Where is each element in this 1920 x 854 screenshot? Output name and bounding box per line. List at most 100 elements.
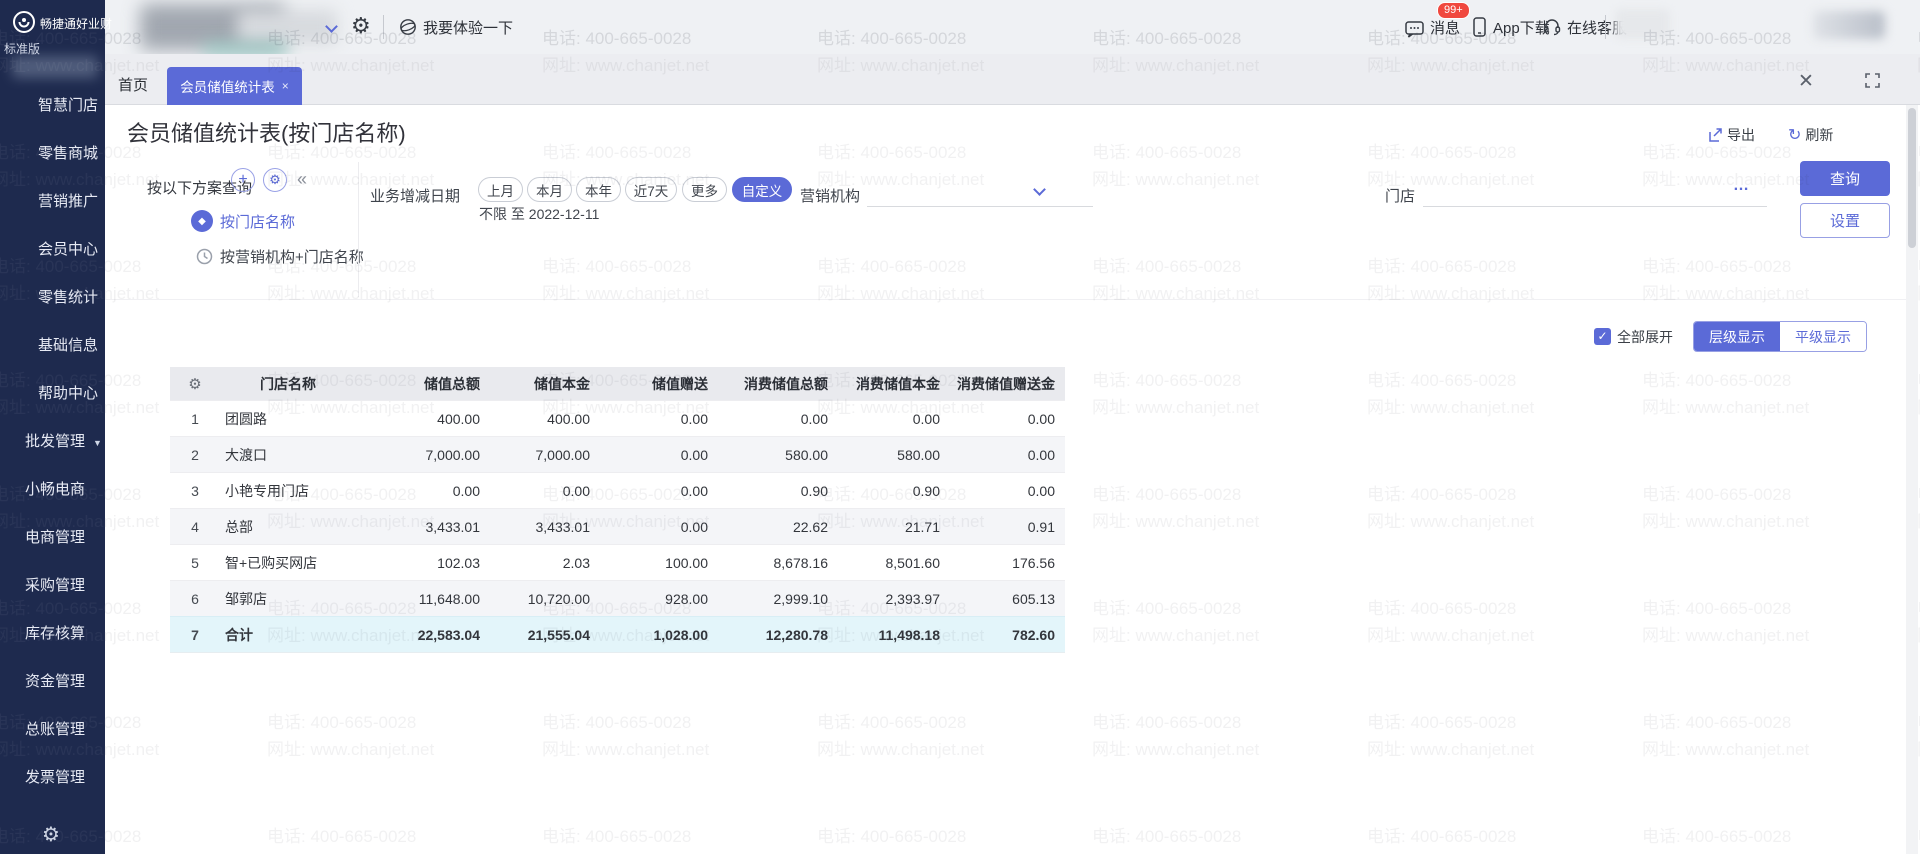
table-cell: 0.00 [345, 473, 490, 508]
table-cell: 8,501.60 [838, 545, 950, 580]
report-page: 会员储值统计表(按门店名称) 导出 ↻ 刷新 按以下方案查询 + ⚙ « ◆ 按… [105, 105, 1906, 854]
sidebar-item[interactable]: 总账管理 [0, 718, 105, 739]
sidebar-item[interactable]: 零售统计 [0, 286, 105, 307]
add-scheme-button[interactable]: + [231, 168, 255, 192]
page-title: 会员储值统计表(按门店名称) [127, 116, 406, 148]
phone-icon[interactable] [1473, 17, 1486, 37]
table-cell: 0.00 [490, 473, 600, 508]
store-more-icon[interactable]: … [1733, 177, 1749, 195]
sidebar-item[interactable]: 营销推广 [0, 190, 105, 211]
store-name-cell: 小艳专用门店 [220, 473, 345, 508]
tab-close-icon[interactable]: × [282, 79, 289, 93]
headset-icon[interactable] [1543, 17, 1561, 36]
tab-home[interactable]: 首页 [118, 74, 148, 95]
sidebar-item[interactable]: 电商管理 [0, 526, 105, 547]
table-total-row[interactable]: 7合计22,583.0421,555.041,028.0012,280.7811… [170, 616, 1065, 653]
app-logo-icon [11, 9, 37, 35]
date-range-value[interactable]: 不限 至 2022-12-11 [479, 204, 599, 224]
fullscreen-icon[interactable] [1865, 73, 1880, 88]
tab-active[interactable]: 会员储值统计表 × [167, 67, 302, 105]
tab-strip: 首页 会员储值统计表 × ✕ [105, 54, 1920, 105]
settings-button[interactable]: 设置 [1800, 203, 1890, 238]
sidebar-item[interactable]: 智慧门店 [0, 94, 105, 115]
sidebar-item[interactable]: 采购管理 [0, 574, 105, 595]
table-row[interactable]: 2大渡口7,000.007,000.000.00580.00580.000.00 [170, 436, 1065, 472]
sidebar-item[interactable]: 资金管理 [0, 670, 105, 691]
clock-icon [196, 248, 213, 265]
table-cell: 11,498.18 [838, 617, 950, 652]
refresh-button[interactable]: ↻ 刷新 [1788, 125, 1833, 145]
row-index: 1 [170, 401, 220, 436]
org-filter-label: 营销机构 [800, 185, 860, 206]
row-index: 7 [170, 617, 220, 652]
settings-gear-icon[interactable]: ⚙ [351, 13, 371, 39]
stored-value-table: ⚙门店名称储值总额储值本金储值赠送消费储值总额消费储值本金消费储值赠送金1团圆路… [170, 367, 1065, 653]
sidebar-item[interactable]: 批发管理▼ [0, 430, 105, 451]
store-select[interactable] [1423, 177, 1767, 207]
table-cell: 605.13 [950, 581, 1065, 616]
table-cell: 8,678.16 [718, 545, 838, 580]
sidebar-item[interactable]: 库存核算 [0, 622, 105, 643]
table-row[interactable]: 4总部3,433.013,433.010.0022.6221.710.91 [170, 508, 1065, 544]
table-cell: 7,000.00 [490, 437, 600, 472]
table-cell: 0.00 [600, 473, 718, 508]
redaction-blur [1615, 9, 1670, 39]
expand-all-checkbox[interactable]: ✓ [1594, 328, 1611, 345]
store-name-cell: 合计 [220, 617, 345, 652]
hierarchical-view-button[interactable]: 层级显示 [1694, 322, 1780, 351]
export-button[interactable]: 导出 [1708, 125, 1755, 145]
table-row[interactable]: 6邹郭店11,648.0010,720.00928.002,999.102,39… [170, 580, 1065, 616]
column-header: 消费储值赠送金 [950, 367, 1065, 400]
sidebar-item[interactable]: 帮助中心 [0, 382, 105, 403]
sidebar-item[interactable]: 发票管理 [0, 766, 105, 787]
date-custom-pill[interactable]: 自定义 [732, 177, 792, 202]
date-option-pill[interactable]: 近7天 [625, 177, 677, 202]
row-index: 3 [170, 473, 220, 508]
table-row[interactable]: 5智+已购买网店102.032.03100.008,678.168,501.60… [170, 544, 1065, 580]
query-button[interactable]: 查询 [1800, 161, 1890, 196]
sidebar-item[interactable]: 小畅电商 [0, 478, 105, 499]
table-cell: 400.00 [345, 401, 490, 436]
table-cell: 11,648.00 [345, 581, 490, 616]
scheme-cube-icon: ◆ [191, 210, 213, 232]
date-filter-label: 业务增减日期 [370, 185, 460, 206]
sidebar-gear-icon[interactable]: ⚙ [42, 822, 60, 847]
date-option-pill[interactable]: 本月 [527, 177, 572, 202]
sidebar-item[interactable]: 会员中心 [0, 238, 105, 259]
table-cell: 400.00 [490, 401, 600, 436]
messages-link[interactable]: 消息 [1430, 17, 1460, 38]
sidebar-item[interactable]: 基础信息 [0, 334, 105, 355]
table-cell: 580.00 [838, 437, 950, 472]
close-icon[interactable]: ✕ [1798, 70, 1814, 93]
table-cell: 0.00 [950, 401, 1065, 436]
experience-link[interactable]: 我要体验一下 [423, 17, 513, 38]
table-cell: 0.00 [600, 437, 718, 472]
scheme-item-by-store[interactable]: ◆ 按门店名称 [191, 210, 295, 232]
scheme-item-by-org-store[interactable]: 按营销机构+门店名称 [196, 246, 364, 267]
column-header: 储值赠送 [600, 367, 718, 400]
message-bubble-icon[interactable] [1405, 21, 1424, 38]
table-cell: 10,720.00 [490, 581, 600, 616]
column-header: 储值总额 [345, 367, 490, 400]
app-download-link[interactable]: App下载 [1493, 17, 1550, 38]
org-select[interactable] [867, 177, 1093, 207]
flat-view-button[interactable]: 平级显示 [1780, 322, 1866, 351]
table-row[interactable]: 1团圆路400.00400.000.000.000.000.00 [170, 400, 1065, 436]
date-option-pill[interactable]: 上月 [478, 177, 523, 202]
store-name-cell: 团圆路 [220, 401, 345, 436]
table-cell: 21.71 [838, 509, 950, 544]
date-option-pill[interactable]: 本年 [576, 177, 621, 202]
table-row[interactable]: 3小艳专用门店0.000.000.000.900.900.00 [170, 472, 1065, 508]
expand-all-label: 全部展开 [1617, 327, 1673, 347]
date-option-pill[interactable]: 更多 [682, 177, 727, 202]
table-cell: 100.00 [600, 545, 718, 580]
divider [105, 299, 1906, 300]
table-gear-icon[interactable]: ⚙ [170, 367, 220, 400]
row-index: 5 [170, 545, 220, 580]
scrollbar-thumb[interactable] [1908, 108, 1916, 248]
table-header-row: ⚙门店名称储值总额储值本金储值赠送消费储值总额消费储值本金消费储值赠送金 [170, 367, 1065, 400]
sidebar-item[interactable]: 零售商城 [0, 142, 105, 163]
collapse-panel-icon[interactable]: « [297, 169, 307, 190]
table-cell: 0.00 [950, 437, 1065, 472]
scheme-settings-button[interactable]: ⚙ [263, 168, 287, 192]
